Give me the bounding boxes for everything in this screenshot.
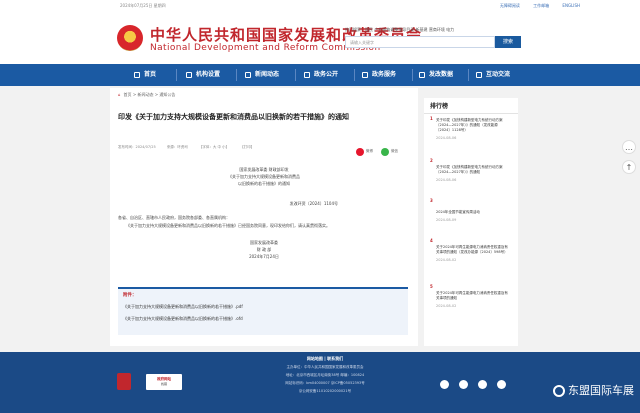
home-icon xyxy=(134,71,140,78)
app-icon[interactable] xyxy=(497,380,507,389)
share-bar: 微博 微信 xyxy=(353,141,398,160)
wechat-icon[interactable] xyxy=(459,380,469,389)
footer-social xyxy=(440,374,511,393)
article-meta: 发布时间：2024/07/25 来源：环资司 【字体：大 中 小】 【打印】 xyxy=(118,145,264,150)
nav-services[interactable]: 政务服务 xyxy=(362,64,396,86)
party-badge-icon[interactable] xyxy=(117,373,131,390)
org-icon xyxy=(186,71,192,78)
mail-link[interactable]: 工作邮箱 xyxy=(533,3,549,8)
douyin-icon[interactable] xyxy=(478,380,488,389)
ranking-item[interactable]: 4关于2024年可再生能源电力消纳责任权重及有关事项的通知（发改办能源〔2024… xyxy=(430,238,514,262)
ranking-title: 排行榜 xyxy=(424,98,518,114)
disclosure-icon xyxy=(304,71,310,78)
doc-title-line1: 《关于加力支持大规模设备更新和消费品 xyxy=(228,174,300,179)
signature-ndrc: 国家发展改革委 xyxy=(250,240,278,245)
footer-links[interactable]: 网站地图 | 联系我们 xyxy=(230,356,420,362)
data-icon xyxy=(419,71,425,78)
top-bar: 2024年07月25日 星期四 无障碍阅读 工作邮箱 ENGLISH xyxy=(0,0,640,10)
chat-icon xyxy=(476,71,482,78)
signature-date: 2024年7月24日 xyxy=(249,254,279,259)
publish-date: 发布时间：2024/07/25 xyxy=(118,145,156,149)
top-links: 无障碍阅读 工作邮箱 ENGLISH xyxy=(488,3,580,9)
national-emblem-icon xyxy=(117,25,143,51)
doc-issuer: 国家发展改革委 财政部印发 xyxy=(239,167,289,172)
attachments-header: 附件： xyxy=(123,293,137,298)
nav-data[interactable]: 发改数据 xyxy=(419,64,453,86)
footer-info: 网站地图 | 联系我们 主办单位：中华人民共和国国家发展和改革委员会 地址：北京… xyxy=(230,356,420,397)
doc-greeting: 各省、自治区、直辖市人民政府，国务院各部委、各直属机构： xyxy=(118,215,230,220)
search-input[interactable]: 请输入关键字 xyxy=(345,36,495,48)
weibo-icon[interactable] xyxy=(440,380,449,389)
doc-paragraph: 《关于加力支持大规模设备更新和消费品以旧换新的若干措施》已经国务院同意，现印发给… xyxy=(126,223,330,228)
gov-site-badge[interactable]: 政府网站 找错 xyxy=(146,374,182,390)
breadcrumb: ⌂ 首页 > 新闻动态 > 通知公告 xyxy=(118,92,175,98)
back-to-top-icon[interactable]: ↑ xyxy=(622,160,636,174)
site-header: 中华人民共和国国家发展和改革委员会 National Development a… xyxy=(0,10,640,64)
page-root: 2024年07月25日 星期四 无障碍阅读 工作邮箱 ENGLISH 中华人民共… xyxy=(0,0,640,413)
hot-search-words[interactable]: 热门搜索：国民 产业结构调整指导目录 新基建 营商环境 电力 xyxy=(345,27,454,33)
breadcrumb-home[interactable]: 首页 xyxy=(124,92,132,97)
services-icon xyxy=(362,71,368,78)
footer-icp: 网站标识码：bm04000007 京ICP备05052393号 xyxy=(285,381,365,385)
chat-icon[interactable]: … xyxy=(622,140,636,154)
ranking-item[interactable]: 2关于印发《加快构建新型电力系统行动方案（2024—2027年）》的通知 2024… xyxy=(430,158,514,182)
print-link[interactable]: 【打印】 xyxy=(240,145,254,149)
article-title: 印发《关于加力支持大规模设备更新和消费品以旧换新的若干措施》的通知 xyxy=(118,113,349,121)
current-date: 2024年07月25日 星期四 xyxy=(120,3,166,8)
ranking-item[interactable]: 5关于2024年可再生能源电力消纳责任权重及有关事项的通知 2024-08-02 xyxy=(430,284,514,308)
nav-home[interactable]: 首页 xyxy=(134,64,156,86)
breadcrumb-path[interactable]: > 新闻动态 > 通知公告 xyxy=(133,92,176,97)
nav-news[interactable]: 新闻动态 xyxy=(245,64,279,86)
wechat-icon[interactable] xyxy=(381,147,389,156)
accessible-link[interactable]: 无障碍阅读 xyxy=(500,3,520,8)
font-size-control[interactable]: 【字体：大 中 小】 xyxy=(199,145,229,149)
ranking-item[interactable]: 32024年全国节能宣传周活动 2024-08-09 xyxy=(430,198,514,222)
main-nav: 首页 机构设置 新闻动态 政务公开 政务服务 发改数据 互动交流 xyxy=(0,64,640,86)
signature-mof: 财 政 部 xyxy=(256,247,272,252)
news-icon xyxy=(245,71,251,78)
ranking-item[interactable]: 1 关于印发《加快构建新型电力系统行动方案（2024—2027年）》的通知（发改能… xyxy=(430,116,514,140)
watermark: 东盟国际车展 xyxy=(553,382,634,398)
nav-disclosure[interactable]: 政务公开 xyxy=(304,64,338,86)
english-link[interactable]: ENGLISH xyxy=(562,3,580,8)
footer-police: 京公网安备11010202000021号 xyxy=(298,389,352,393)
doc-title-line2: 以旧换新的若干措施》的通知 xyxy=(238,181,290,186)
floating-toolbar: … ↑ xyxy=(622,140,638,182)
watermark-logo-icon xyxy=(553,385,565,397)
article-source: 来源：环资司 xyxy=(166,145,188,149)
nav-interaction[interactable]: 互动交流 xyxy=(476,64,510,86)
footer-host: 主办单位：中华人民共和国国家发展和改革委员会 xyxy=(286,365,364,369)
footer-address: 地址：北京市西城区月坛南街38号 邮编：100824 xyxy=(285,373,365,377)
weibo-icon[interactable] xyxy=(355,147,364,156)
article-card: ⌂ 首页 > 新闻动态 > 通知公告 印发《关于加力支持大规模设备更新和消费品以旧… xyxy=(110,88,418,346)
home-icon[interactable]: ⌂ xyxy=(118,92,121,97)
search-button[interactable]: 搜索 xyxy=(495,36,521,48)
doc-number: 发改环资〔2024〕1104号 xyxy=(289,201,338,206)
attachment-pdf-link[interactable]: 《关于加力支持大规模设备更新和消费品以旧换新的若干措施》.pdf xyxy=(118,301,408,313)
attachment-ofd-link[interactable]: 《关于加力支持大规模设备更新和消费品以旧换新的若干措施》.ofd xyxy=(118,313,408,325)
attachments-panel: 附件： 《关于加力支持大规模设备更新和消费品以旧换新的若干措施》.pdf 《关于… xyxy=(118,287,408,335)
ranking-sidebar: 排行榜 1 关于印发《加快构建新型电力系统行动方案（2024—2027年）》的通知… xyxy=(424,98,518,346)
nav-organization[interactable]: 机构设置 xyxy=(186,64,220,86)
